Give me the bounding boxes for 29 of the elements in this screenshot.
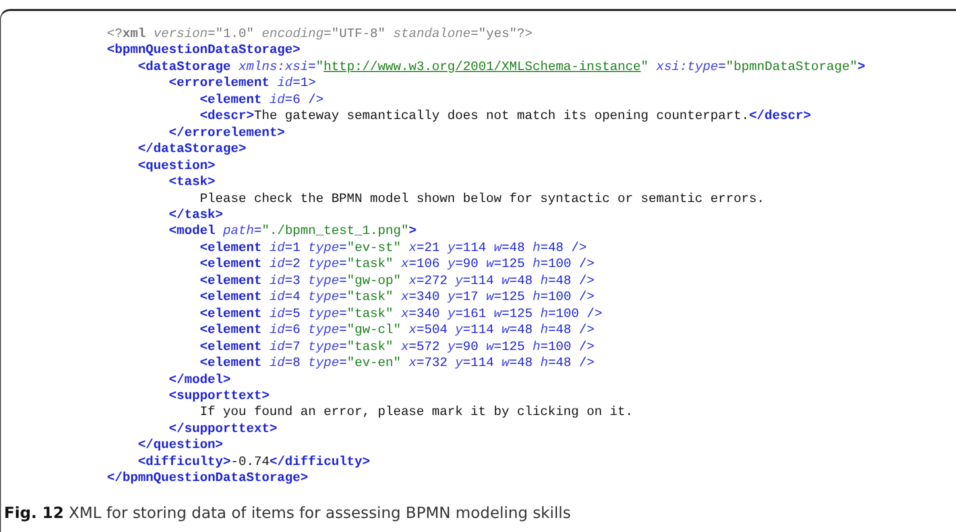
- code-line: <element id=6 type="gw-cl" x=504 y=114 w=48 h=48 />: [198, 322, 594, 339]
- code-line: <difficulty>-0.74</difficulty>: [136, 454, 370, 470]
- code-line: </question>: [136, 437, 224, 454]
- code-line: <dataStorage xmlns:xsi="http://www.w3.org/2001/XMLSchema-instance" xsi:type="bpmnDataStorage">: [136, 58, 866, 76]
- code-line: <task>: [168, 174, 216, 191]
- code-line: </supporttext>: [168, 420, 278, 438]
- code-line: <element id=3 type="gw-op" x=272 y=114 w=48 h=48 />: [198, 272, 594, 290]
- code-line: <element id=8 type="ev-en" x=732 y=114 w=48 h=48 />: [198, 355, 594, 372]
- code-line: <element id=7 type="task" x=572 y=90 w=125 h=100 />: [198, 338, 594, 356]
- code-line: <element id=6 />: [198, 92, 324, 108]
- code-line: <element id=4 type="task" x=340 y=17 w=125 h=100 />: [198, 289, 594, 306]
- code-line: </model>: [168, 372, 231, 388]
- code-line: </bpmnQuestionDataStorage>: [107, 470, 308, 487]
- code-line: </task>: [168, 206, 224, 224]
- code-line: <?xml version="1.0" encoding="UTF-8" standalone="yes"?>: [107, 26, 533, 42]
- code-line: <element id=2 type="task" x=106 y=90 w=125 h=100 />: [198, 256, 594, 273]
- code-line: <element id=5 type="task" x=340 y=161 w=125 h=100 />: [198, 306, 602, 322]
- code-line: Please check the BPMN model shown below for syntactic or semantic errors.: [198, 190, 765, 207]
- code-line: <bpmnQuestionDataStorage>: [107, 42, 300, 59]
- code-line: If you found an error, please mark it by clicking on it.: [198, 404, 634, 421]
- code-line: <descr>The gateway semantically does not match its opening counterpart.</descr>: [198, 108, 811, 125]
- figure-caption: Fig. 12 XML for storing data of items for assessing BPMN modeling skills: [3, 502, 571, 524]
- code-line: <supporttext>: [168, 388, 270, 404]
- code-line: <model path="./bpmn_test_1.png">: [168, 223, 416, 240]
- code-line: <question>: [136, 158, 216, 174]
- code-line: </errorelement>: [168, 124, 285, 142]
- code-line: </dataStorage>: [136, 141, 246, 158]
- code-line: <errorelement id=1>: [168, 75, 316, 92]
- code-line: <element id=1 type="ev-st" x=21 y=114 w=48 h=48 />: [198, 240, 587, 256]
